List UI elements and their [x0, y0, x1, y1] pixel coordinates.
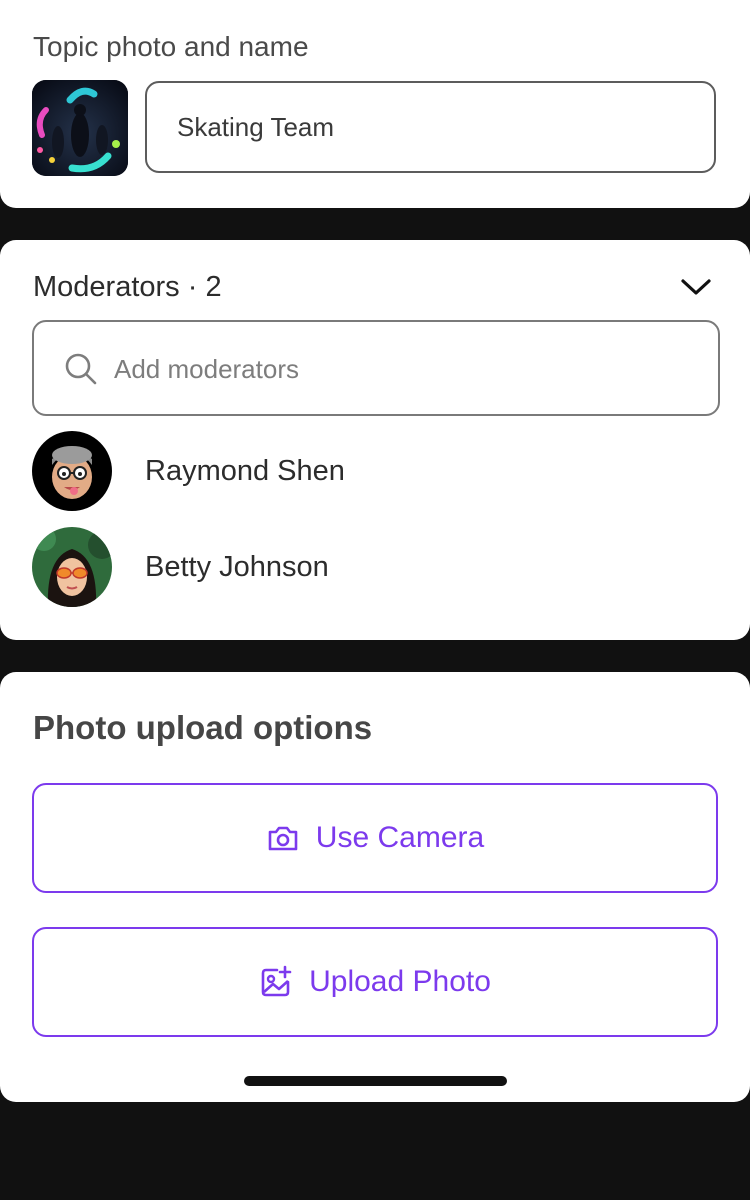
moderator-name: Betty Johnson: [145, 551, 329, 583]
use-camera-label: Use Camera: [315, 821, 485, 854]
upload-photo-label: Upload Photo: [309, 965, 491, 998]
photo-upload-title: Photo upload options: [33, 709, 373, 746]
moderator-row[interactable]: Betty Johnson: [32, 527, 722, 609]
moderators-card: Moderators · 2 Raymond: [0, 240, 750, 640]
topic-name-input[interactable]: [145, 81, 716, 173]
moderator-name: Raymond Shen: [145, 455, 345, 487]
topic-photo[interactable]: [32, 80, 128, 176]
avatar: [32, 431, 112, 511]
moderator-row[interactable]: Raymond Shen: [32, 431, 722, 513]
photo-upload-card: Photo upload options Use Camera Upload P…: [0, 672, 750, 1102]
avatar-betty: [32, 527, 112, 607]
upload-photo-button[interactable]: Upload Photo: [32, 927, 718, 1037]
moderators-title: Moderators · 2: [33, 271, 222, 303]
add-moderators-input[interactable]: [112, 324, 676, 414]
home-indicator: [244, 1076, 507, 1086]
chevron-down-icon[interactable]: [681, 275, 711, 299]
add-moderators-search[interactable]: [32, 320, 720, 416]
search-icon: [65, 353, 97, 385]
topic-section-label: Topic photo and name: [33, 31, 309, 62]
camera-icon: [268, 826, 298, 851]
topic-card: Topic photo and name: [0, 0, 750, 208]
use-camera-button[interactable]: Use Camera: [32, 783, 718, 893]
image-add-icon: [261, 965, 292, 997]
avatar-raymond: [32, 431, 112, 511]
topic-photo-image: [32, 80, 128, 176]
avatar: [32, 527, 112, 607]
